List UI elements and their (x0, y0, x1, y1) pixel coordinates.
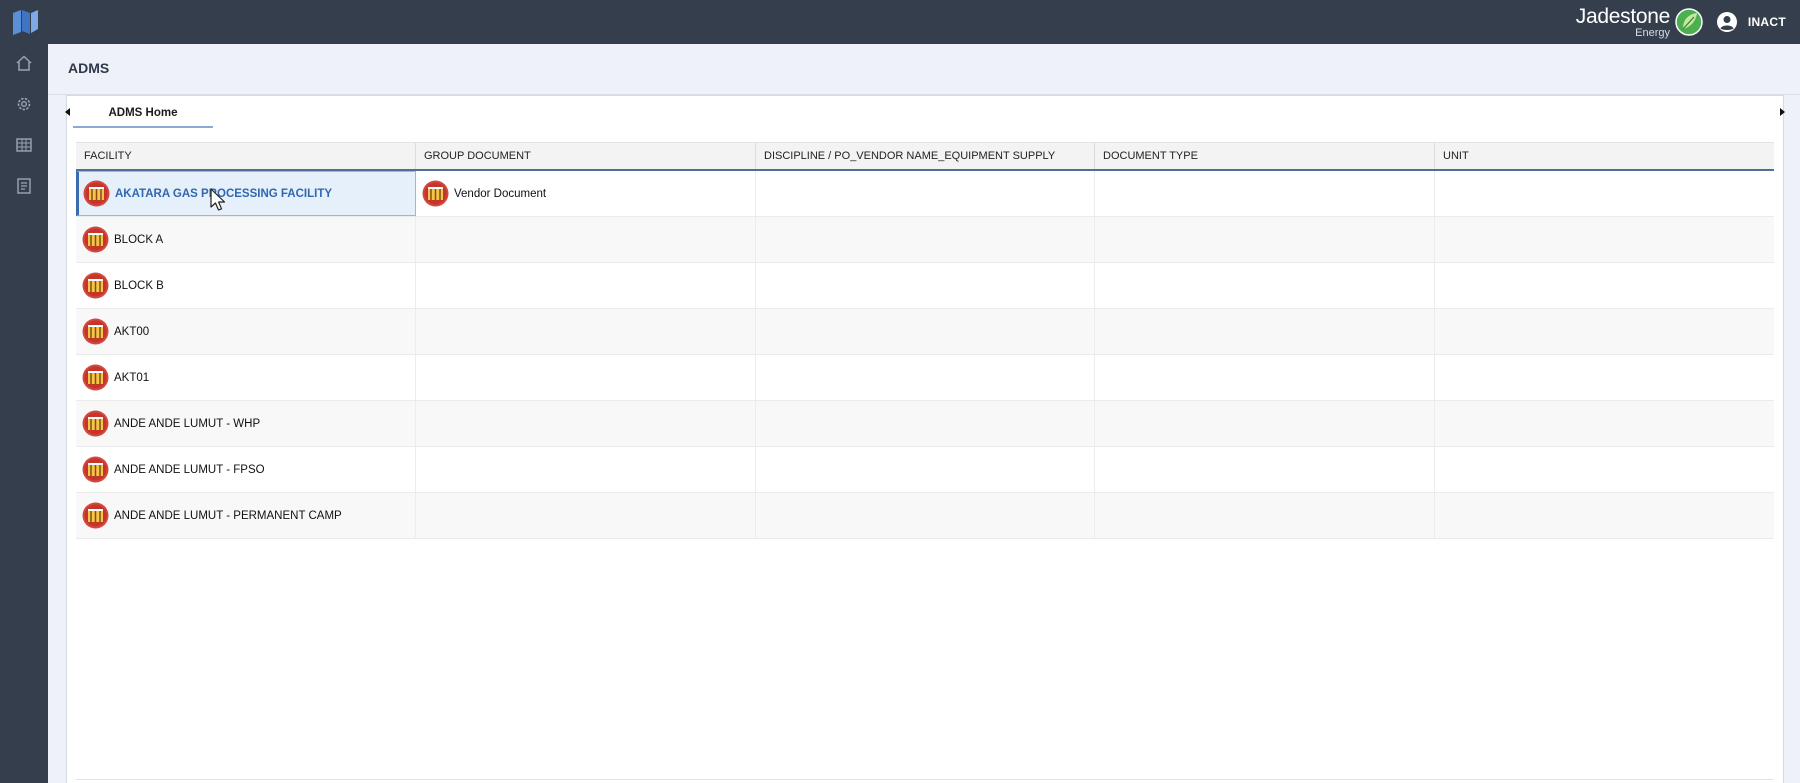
facility-cell[interactable]: AKT01 (76, 355, 416, 400)
leaf-icon (1675, 8, 1703, 36)
discipline-cell[interactable] (756, 217, 1095, 262)
sidebar (0, 44, 48, 783)
document-type-cell[interactable] (1095, 355, 1435, 400)
unit-cell[interactable] (1435, 309, 1774, 354)
table-row[interactable]: AKT00 (76, 309, 1774, 355)
grid-footer-divider (76, 779, 1774, 780)
discipline-cell[interactable] (756, 493, 1095, 538)
table-row[interactable]: ANDE ANDE LUMUT - FPSO (76, 447, 1774, 493)
facility-name[interactable]: AKT01 (114, 372, 149, 384)
column-header-document-type[interactable]: DOCUMENT TYPE (1095, 143, 1435, 169)
document-type-cell[interactable] (1095, 171, 1435, 216)
document-type-cell[interactable] (1095, 401, 1435, 446)
column-header-facility[interactable]: FACILITY (76, 143, 416, 169)
tab-adms-home[interactable]: ADMS Home (73, 100, 213, 128)
user-avatar-icon[interactable] (1716, 11, 1738, 33)
document-type-cell[interactable] (1095, 217, 1435, 262)
facility-cell[interactable]: ANDE ANDE LUMUT - FPSO (76, 447, 416, 492)
facility-icon (82, 226, 109, 253)
group-document-cell[interactable] (416, 217, 756, 262)
user-name[interactable]: INACT (1748, 15, 1786, 29)
home-icon[interactable] (15, 54, 33, 72)
group-document-cell[interactable] (416, 493, 756, 538)
document-type-cell[interactable] (1095, 493, 1435, 538)
facility-cell[interactable]: AKT00 (76, 309, 416, 354)
column-header-discipline[interactable]: DISCIPLINE / PO_VENDOR NAME_EQUIPMENT SU… (756, 143, 1095, 169)
column-header-unit[interactable]: UNIT (1435, 143, 1774, 169)
facility-cell[interactable]: BLOCK B (76, 263, 416, 308)
facility-icon (82, 272, 109, 299)
discipline-cell[interactable] (756, 263, 1095, 308)
tab-scroll-left-icon[interactable] (65, 108, 70, 116)
facility-name[interactable]: AKT00 (114, 326, 149, 338)
unit-cell[interactable] (1435, 401, 1774, 446)
facility-cell[interactable]: ANDE ANDE LUMUT - PERMANENT CAMP (76, 493, 416, 538)
document-type-cell[interactable] (1095, 309, 1435, 354)
brand-subtitle: Energy (1635, 26, 1670, 39)
group-document-cell[interactable] (416, 309, 756, 354)
discipline-cell[interactable] (756, 355, 1095, 400)
grid-icon[interactable] (15, 136, 33, 154)
discipline-cell[interactable] (756, 171, 1095, 216)
group-document-cell[interactable]: Vendor Document (416, 171, 756, 216)
unit-cell[interactable] (1435, 493, 1774, 538)
unit-cell[interactable] (1435, 217, 1774, 262)
table-row[interactable]: ANDE ANDE LUMUT - WHP (76, 401, 1774, 447)
table-row[interactable]: AKT01 (76, 355, 1774, 401)
facility-name[interactable]: BLOCK B (114, 280, 164, 292)
document-type-cell[interactable] (1095, 447, 1435, 492)
facility-name[interactable]: ANDE ANDE LUMUT - PERMANENT CAMP (114, 510, 342, 522)
content-panel: ADMS Home FACILITY GROUP DOCUMENT DISCIP… (65, 95, 1785, 783)
table-row[interactable]: BLOCK A (76, 217, 1774, 263)
facility-icon (82, 456, 109, 483)
gear-icon[interactable] (15, 95, 33, 113)
folder-icon (422, 180, 449, 207)
facility-cell[interactable]: BLOCK A (76, 217, 416, 262)
group-document-cell[interactable] (416, 263, 756, 308)
top-bar: Jadestone Energy INACT (0, 0, 1800, 44)
unit-cell[interactable] (1435, 447, 1774, 492)
table-row[interactable]: AKATARA GAS PROCESSING FACILITY Vendor D… (76, 171, 1774, 217)
facility-cell[interactable]: AKATARA GAS PROCESSING FACILITY (76, 171, 416, 216)
grid-header: FACILITY GROUP DOCUMENT DISCIPLINE / PO_… (76, 142, 1774, 171)
unit-cell[interactable] (1435, 263, 1774, 308)
app-window: Jadestone Energy INACT ADMS ADMS Home FA… (0, 0, 1800, 783)
table-row[interactable]: ANDE ANDE LUMUT - PERMANENT CAMP (76, 493, 1774, 539)
discipline-cell[interactable] (756, 401, 1095, 446)
group-document-cell[interactable] (416, 355, 756, 400)
brand-name: Jadestone (1575, 4, 1671, 28)
document-icon[interactable] (15, 177, 33, 195)
tab-strip: ADMS Home (65, 96, 1785, 132)
document-grid: FACILITY GROUP DOCUMENT DISCIPLINE / PO_… (76, 142, 1774, 539)
facility-icon (82, 410, 109, 437)
group-document-name[interactable]: Vendor Document (454, 188, 546, 200)
facility-icon (82, 318, 109, 345)
mouse-cursor-icon (210, 188, 226, 211)
discipline-cell[interactable] (756, 309, 1095, 354)
facility-icon (82, 364, 109, 391)
group-document-cell[interactable] (416, 447, 756, 492)
facility-icon (82, 502, 109, 529)
facility-name[interactable]: ANDE ANDE LUMUT - WHP (114, 418, 260, 430)
column-header-group-document[interactable]: GROUP DOCUMENT (416, 143, 756, 169)
discipline-cell[interactable] (756, 447, 1095, 492)
facility-cell[interactable]: ANDE ANDE LUMUT - WHP (76, 401, 416, 446)
page-header: ADMS (48, 44, 1800, 95)
user-menu[interactable]: INACT (1716, 9, 1786, 35)
table-row[interactable]: BLOCK B (76, 263, 1774, 309)
page-title: ADMS (68, 60, 110, 76)
group-document-cell[interactable] (416, 401, 756, 446)
facility-name[interactable]: BLOCK A (114, 234, 163, 246)
document-type-cell[interactable] (1095, 263, 1435, 308)
unit-cell[interactable] (1435, 355, 1774, 400)
unit-cell[interactable] (1435, 171, 1774, 216)
brand-logo: Jadestone Energy (1576, 5, 1704, 39)
facility-name[interactable]: ANDE ANDE LUMUT - FPSO (114, 464, 265, 476)
tab-scroll-right-icon[interactable] (1780, 108, 1785, 116)
facility-icon (83, 180, 110, 207)
app-logo-icon[interactable] (10, 7, 40, 37)
